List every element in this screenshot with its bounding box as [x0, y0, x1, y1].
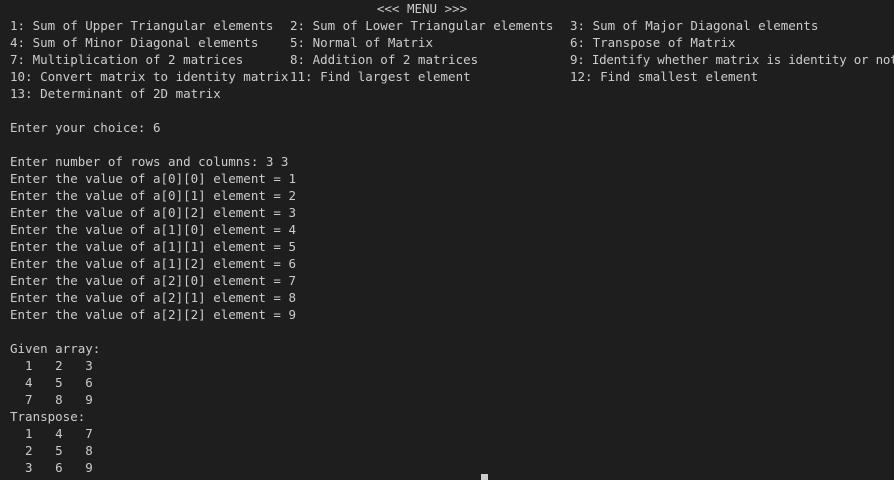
menu-item-5: 5: Normal of Matrix [290, 35, 433, 50]
transpose-row: 3 6 9 [10, 460, 93, 475]
value-prompt-line: Enter the value of a[1][2] element = 6 [10, 256, 296, 271]
given-array-label: Given array: [10, 341, 101, 356]
transpose-label: Transpose: [10, 409, 86, 424]
value-prompt-line: Enter the value of a[0][1] element = 2 [10, 188, 296, 203]
choice-line: Enter your choice: 6 [10, 120, 161, 135]
menu-item-6: 6: Transpose of Matrix [570, 35, 736, 50]
menu-item-8: 8: Addition of 2 matrices [290, 52, 479, 67]
menu-item-12: 12: Find smallest element [570, 69, 759, 84]
menu-item-3: 3: Sum of Major Diagonal elements [570, 18, 819, 33]
menu-item-1: 1: Sum of Upper Triangular elements [10, 18, 274, 33]
menu-item-2: 2: Sum of Lower Triangular elements [290, 18, 554, 33]
menu-title: <<< MENU >>> [376, 1, 468, 16]
menu-item-4: 4: Sum of Minor Diagonal elements [10, 35, 259, 50]
terminal-cursor [480, 474, 488, 480]
transpose-row: 1 4 7 [10, 426, 93, 441]
given-array-row: 4 5 6 [10, 375, 93, 390]
menu-item-9: 9: Identify whether matrix is identity o… [570, 52, 894, 67]
value-prompt-line: Enter the value of a[1][1] element = 5 [10, 239, 296, 254]
value-prompt-line: Enter the value of a[0][2] element = 3 [10, 205, 296, 220]
given-array-row: 7 8 9 [10, 392, 93, 407]
transpose-row: 2 5 8 [10, 443, 93, 458]
menu-item-7: 7: Multiplication of 2 matrices [10, 52, 244, 67]
menu-item-13: 13: Determinant of 2D matrix [10, 86, 221, 101]
given-array-row: 1 2 3 [10, 358, 93, 373]
terminal-window[interactable]: <<< MENU >>> 1: Sum of Upper Triangular … [0, 0, 894, 480]
value-prompt-line: Enter the value of a[2][0] element = 7 [10, 273, 296, 288]
value-prompt-line: Enter the value of a[1][0] element = 4 [10, 222, 296, 237]
value-prompt-line: Enter the value of a[2][2] element = 9 [10, 307, 296, 322]
value-prompt-line: Enter the value of a[0][0] element = 1 [10, 171, 296, 186]
menu-item-11: 11: Find largest element [290, 69, 471, 84]
menu-item-10: 10: Convert matrix to identity matrix [10, 69, 289, 84]
rows-cols-line: Enter number of rows and columns: 3 3 [10, 154, 289, 169]
value-prompt-line: Enter the value of a[2][1] element = 8 [10, 290, 296, 305]
